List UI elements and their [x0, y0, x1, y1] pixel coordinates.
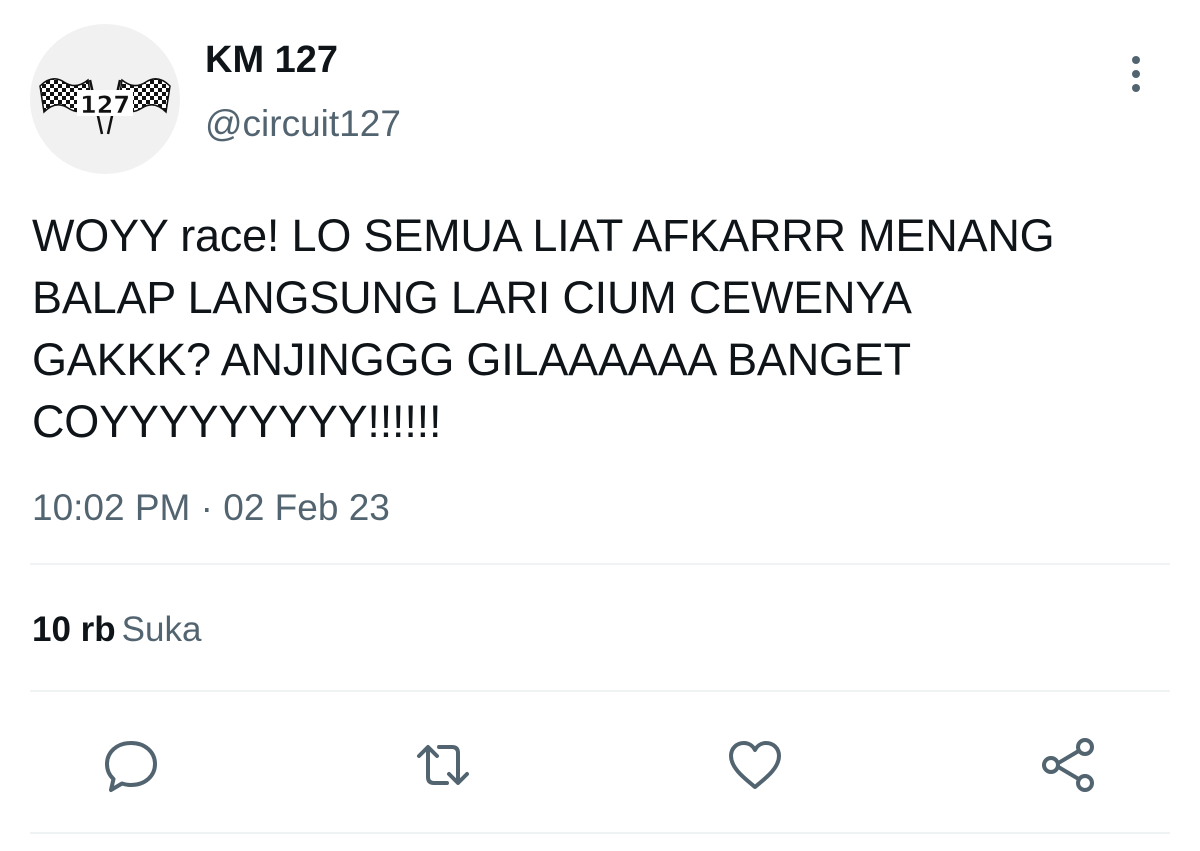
- likes-stat[interactable]: 10 rb Suka: [32, 608, 201, 652]
- checkered-flags-127-logo: 127: [39, 78, 171, 135]
- divider: [30, 690, 1170, 692]
- divider: [30, 563, 1170, 565]
- user-handle[interactable]: @circuit127: [205, 102, 401, 146]
- tweet-timestamp[interactable]: 10:02 PM · 02 Feb 23: [32, 486, 390, 530]
- tweet-text: WOYY race! LO SEMUA LIAT AFKARRR MENANG …: [32, 210, 1055, 447]
- avatar[interactable]: 127: [30, 24, 180, 174]
- like-button[interactable]: [725, 735, 785, 795]
- display-name[interactable]: KM 127: [205, 38, 338, 82]
- divider: [30, 832, 1170, 834]
- reply-icon: [105, 741, 157, 792]
- reply-button[interactable]: [101, 735, 161, 795]
- likes-count: 10 rb: [32, 610, 116, 649]
- share-icon: [1042, 738, 1094, 792]
- svg-text:127: 127: [80, 91, 130, 119]
- share-button[interactable]: [1038, 735, 1098, 795]
- more-vertical-icon: [1132, 56, 1140, 92]
- like-icon: [729, 741, 781, 789]
- retweet-icon: [417, 745, 469, 785]
- likes-label: Suka: [121, 610, 202, 649]
- retweet-button[interactable]: [413, 735, 473, 795]
- more-options-button[interactable]: [1116, 52, 1156, 96]
- tweet-card: 127 KM 127 @circuit127 WOYY race! LO SEM…: [0, 0, 1200, 851]
